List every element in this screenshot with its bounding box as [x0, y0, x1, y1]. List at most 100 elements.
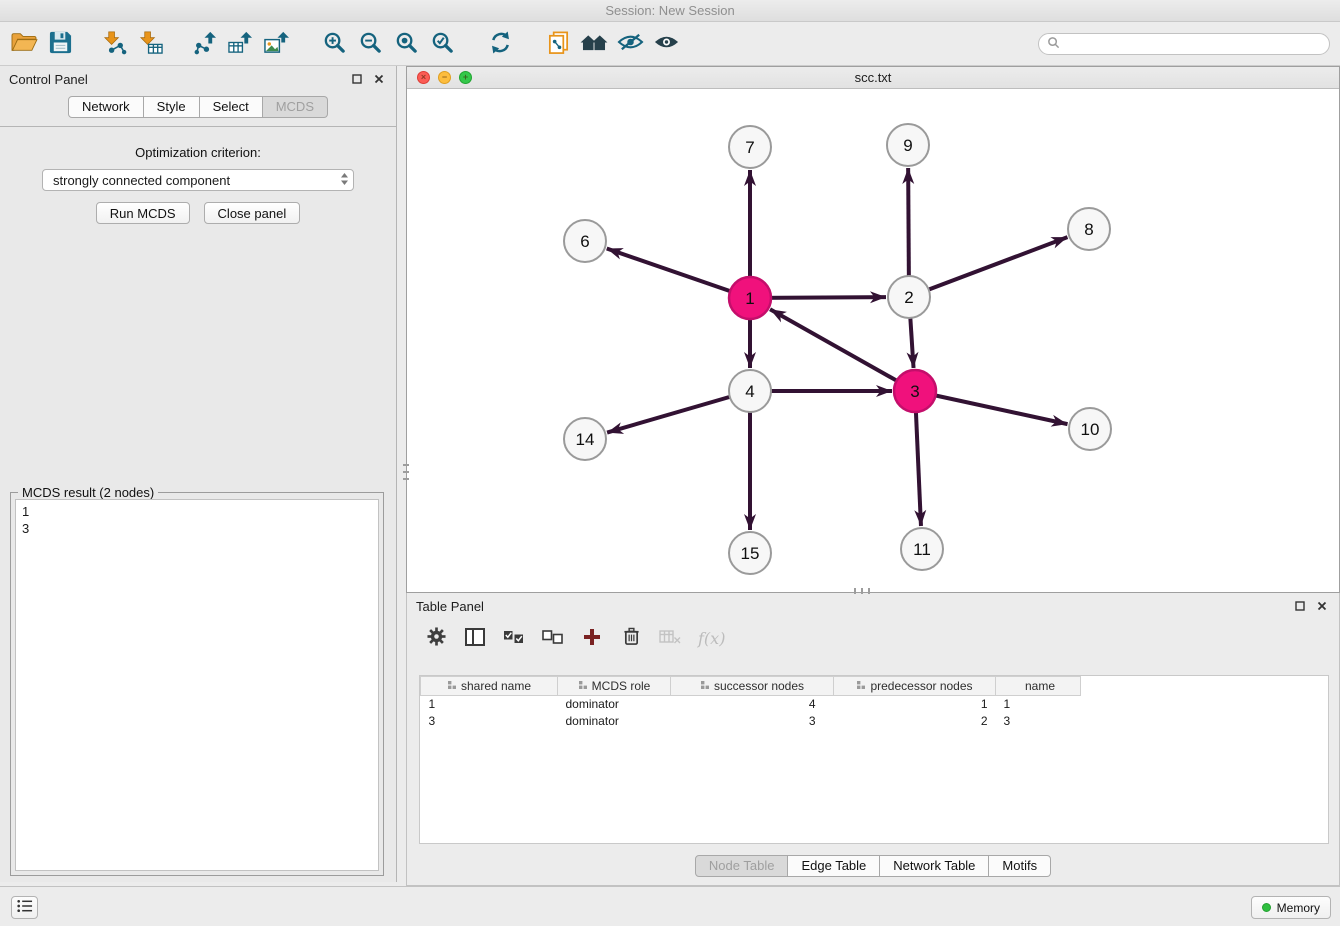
zoom-out-button[interactable] [352, 26, 388, 62]
tab-motifs[interactable]: Motifs [989, 855, 1051, 877]
memory-status-dot [1262, 903, 1271, 912]
export-image-icon [263, 30, 290, 58]
delete-column-button[interactable] [659, 627, 681, 649]
search-icon [1047, 36, 1060, 52]
float-panel-icon[interactable] [349, 71, 365, 87]
folder-icon [10, 30, 38, 57]
checked-boxes-icon [503, 628, 525, 649]
open-session-button[interactable] [6, 26, 42, 62]
table-panel-header: Table Panel [407, 593, 1339, 619]
network-canvas[interactable]: 7968124314101511 [407, 90, 1339, 592]
run-mcds-button[interactable]: Run MCDS [96, 202, 190, 224]
plus-icon [583, 628, 601, 649]
tab-select[interactable]: Select [200, 96, 263, 118]
column-sort-icon [578, 680, 588, 690]
export-network-button[interactable] [186, 26, 222, 62]
tab-node-table[interactable]: Node Table [695, 855, 789, 877]
graph-node-label: 9 [903, 136, 912, 155]
column-header-predecessor-nodes[interactable]: predecessor nodes [834, 677, 996, 696]
zoom-window-icon[interactable]: + [459, 71, 472, 84]
main-toolbar [0, 22, 1340, 66]
graph-edge-3-10[interactable] [915, 391, 1068, 424]
first-neighbors-button[interactable] [576, 26, 612, 62]
table-row[interactable]: 3dominator323 [421, 713, 1329, 730]
tab-network[interactable]: Network [68, 96, 144, 118]
column-header-successor-nodes[interactable]: successor nodes [671, 677, 834, 696]
control-panel: Control Panel Network Style Select MCDS … [0, 66, 397, 882]
column-sort-icon [447, 680, 457, 690]
control-panel-title: Control Panel [9, 72, 88, 87]
close-panel-button[interactable]: Close panel [204, 202, 301, 224]
export-image-button[interactable] [258, 26, 294, 62]
mcds-result-list[interactable]: 1 3 [15, 499, 379, 871]
graph-edge-1-6[interactable] [607, 249, 750, 298]
show-columns-button[interactable] [464, 627, 486, 649]
graph-node-label: 7 [745, 138, 754, 157]
minimize-window-icon[interactable]: − [438, 71, 451, 84]
import-table-file-button[interactable] [132, 26, 168, 62]
table-cell-filler [1081, 713, 1329, 730]
network-window-titlebar[interactable]: scc.txt × − + [407, 67, 1339, 89]
graph-edge-4-14[interactable] [607, 391, 750, 433]
deselect-all-columns-button[interactable] [542, 627, 564, 649]
table-cell: dominator [558, 713, 671, 730]
tab-edge-table[interactable]: Edge Table [788, 855, 880, 877]
close-table-panel-icon[interactable] [1314, 598, 1330, 614]
close-window-icon[interactable]: × [417, 71, 430, 84]
vertical-splitter-handle[interactable] [403, 464, 409, 480]
search-field[interactable] [1038, 33, 1330, 55]
window-titlebar: Session: New Session [0, 0, 1340, 22]
zoom-fit-button[interactable] [388, 26, 424, 62]
graph-node-label: 8 [1084, 220, 1093, 239]
tab-style[interactable]: Style [144, 96, 200, 118]
table-row[interactable]: 1dominator411 [421, 696, 1329, 713]
search-input[interactable] [1065, 37, 1321, 51]
mcds-result-groupbox: MCDS result (2 nodes) 1 3 [10, 492, 384, 876]
columns-icon [465, 628, 485, 649]
new-network-from-selection-button[interactable] [540, 26, 576, 62]
column-header-name[interactable]: name [996, 677, 1081, 696]
horizontal-splitter-handle[interactable] [854, 588, 870, 594]
float-table-panel-icon[interactable] [1292, 598, 1308, 614]
select-all-columns-button[interactable] [503, 627, 525, 649]
eye-icon [653, 32, 680, 55]
optimization-criterion-select[interactable]: strongly connected component [42, 169, 354, 191]
status-bar: Memory [0, 886, 1340, 926]
panel-toggle-button[interactable] [11, 896, 38, 919]
create-column-button[interactable] [581, 627, 603, 649]
graph-edge-3-1[interactable] [770, 309, 915, 391]
mcds-result-line: 1 [22, 503, 372, 520]
close-panel-icon[interactable] [371, 71, 387, 87]
hide-selected-button[interactable] [612, 26, 648, 62]
graph-edge-2-8[interactable] [909, 237, 1067, 297]
column-header-mcds-role[interactable]: MCDS role [558, 677, 671, 696]
delete-rows-button[interactable] [620, 627, 642, 649]
tab-mcds[interactable]: MCDS [263, 96, 328, 118]
houses-icon [579, 31, 609, 57]
zoom-in-button[interactable] [316, 26, 352, 62]
graph-node-label: 11 [913, 540, 931, 559]
node-table: shared name MCDS role successor nodes pr… [420, 676, 1328, 730]
window-title: Session: New Session [605, 3, 734, 18]
export-table-button[interactable] [222, 26, 258, 62]
select-stepper-icon [340, 172, 349, 189]
column-header-shared-name[interactable]: shared name [421, 677, 558, 696]
table-cell: 3 [421, 713, 558, 730]
apply-layout-button[interactable] [482, 26, 518, 62]
memory-button[interactable]: Memory [1251, 896, 1331, 919]
control-panel-header: Control Panel [0, 66, 396, 92]
export-table-icon [227, 30, 254, 58]
save-session-button[interactable] [42, 26, 78, 62]
node-table-container: shared name MCDS role successor nodes pr… [419, 675, 1329, 844]
tab-network-table[interactable]: Network Table [880, 855, 989, 877]
column-header-empty [1081, 677, 1329, 696]
zoom-selected-button[interactable] [424, 26, 460, 62]
show-all-button[interactable] [648, 26, 684, 62]
table-panel: Table Panel [406, 593, 1340, 886]
import-network-file-button[interactable] [96, 26, 132, 62]
graph-node-label: 15 [741, 544, 760, 563]
table-settings-button[interactable] [425, 627, 447, 649]
table-panel-title: Table Panel [416, 599, 484, 614]
function-builder-button[interactable]: f(x) [698, 627, 725, 649]
table-cell: dominator [558, 696, 671, 713]
